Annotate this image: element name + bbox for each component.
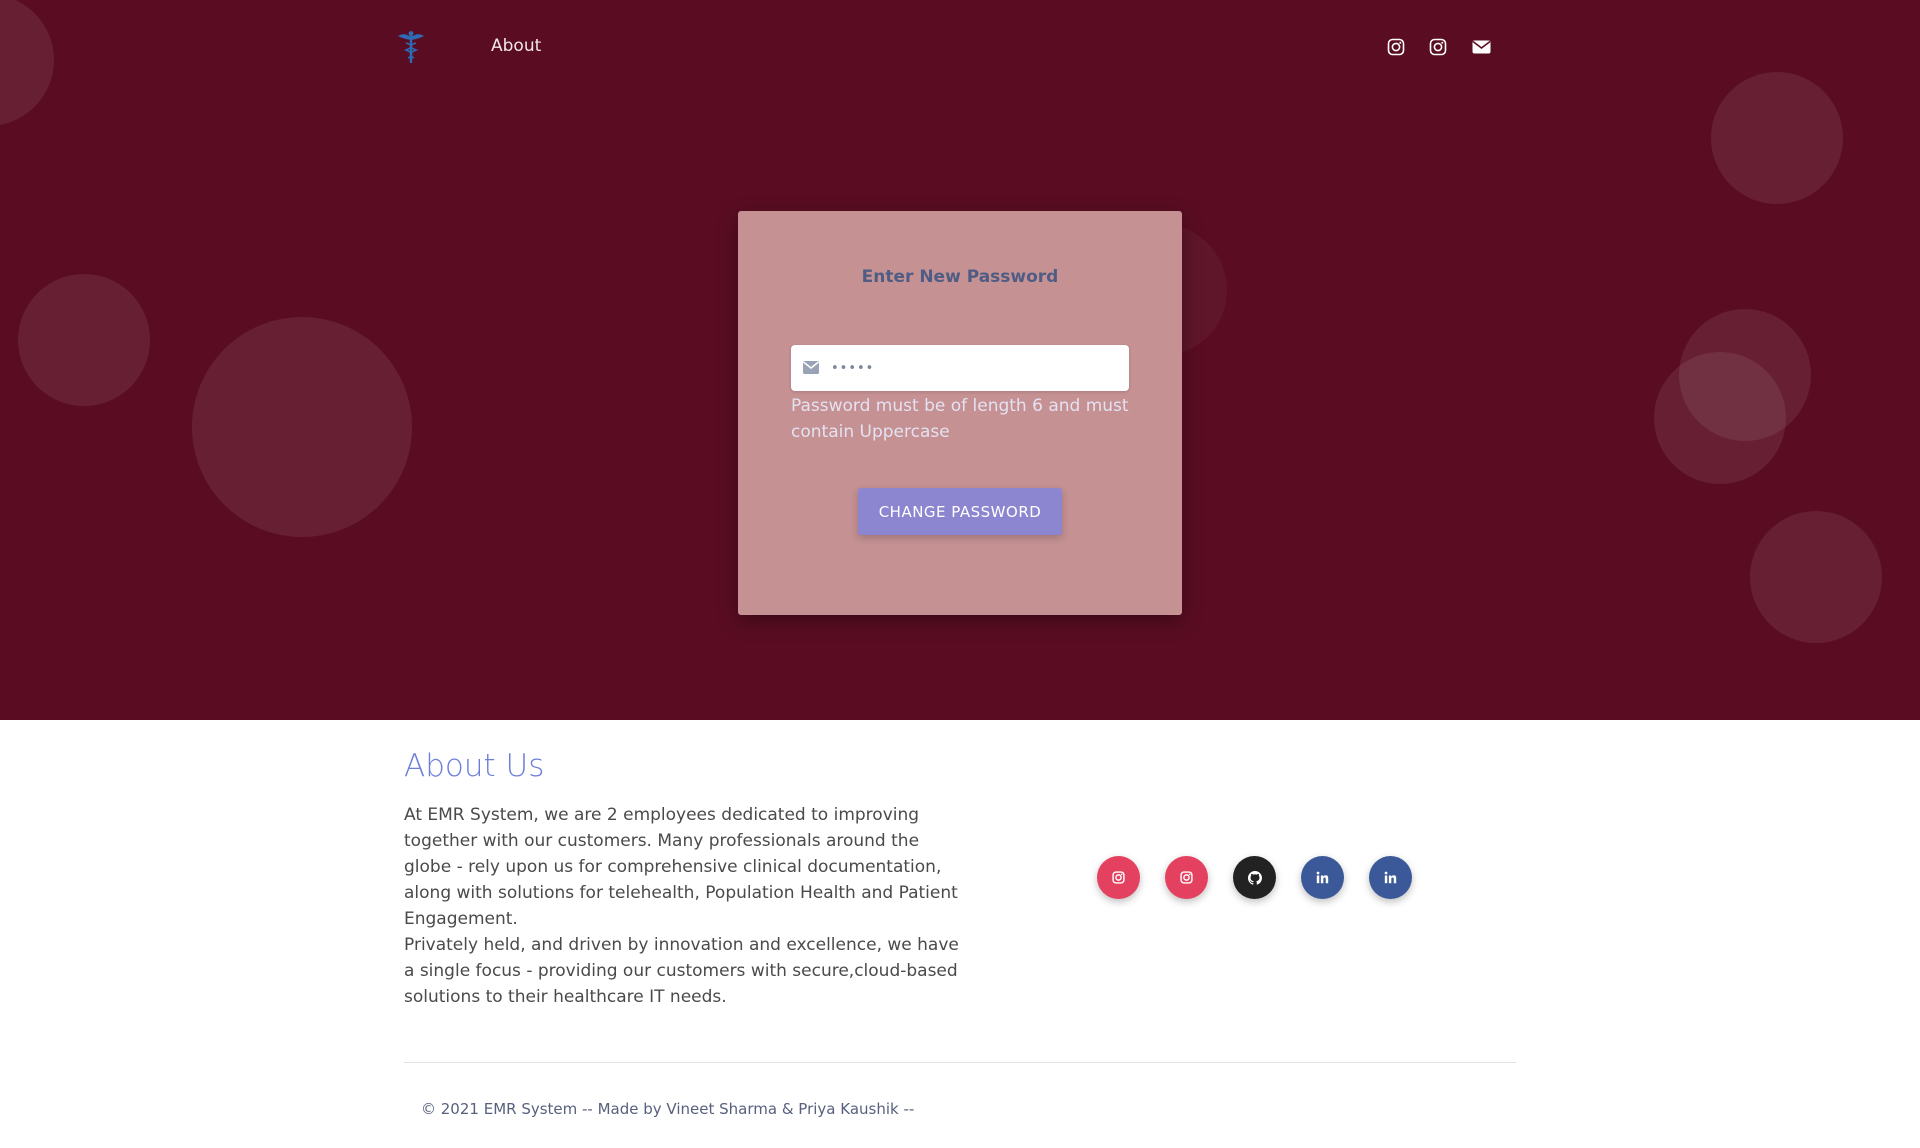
- linkedin-icon: [1316, 871, 1329, 884]
- instagram-icon: [1112, 871, 1125, 884]
- linkedin-button[interactable]: [1369, 856, 1412, 899]
- footer-divider: [404, 1062, 1516, 1063]
- decorative-bubble: [18, 274, 150, 406]
- instagram-icon: [1180, 871, 1193, 884]
- github-icon: [1247, 870, 1262, 885]
- decorative-bubble: [192, 317, 412, 537]
- instagram-button[interactable]: [1097, 856, 1140, 899]
- decorative-bubble: [1750, 511, 1882, 643]
- github-button[interactable]: [1233, 856, 1276, 899]
- linkedin-button[interactable]: [1301, 856, 1344, 899]
- envelope-icon[interactable]: [1472, 38, 1491, 56]
- new-password-input[interactable]: [831, 345, 1121, 391]
- reset-password-card: Enter New Password Password must be of l…: [738, 211, 1182, 615]
- about-paragraph-2: Privately held, and driven by innovation…: [404, 935, 959, 1007]
- top-navbar: About: [0, 0, 1920, 96]
- instagram-button[interactable]: [1165, 856, 1208, 899]
- card-title: Enter New Password: [861, 267, 1059, 287]
- hero-section: About Enter New Password Password must b…: [0, 0, 1920, 720]
- caduceus-icon[interactable]: [396, 30, 426, 64]
- footer-copyright: © 2021 EMR System -- Made by Vineet Shar…: [421, 1100, 915, 1118]
- decorative-bubble: [1654, 352, 1786, 484]
- change-password-button[interactable]: CHANGE PASSWORD: [858, 488, 1062, 535]
- linkedin-icon: [1384, 871, 1397, 884]
- instagram-icon[interactable]: [1387, 38, 1405, 56]
- envelope-icon: [803, 361, 819, 374]
- password-field-wrapper: [791, 345, 1129, 391]
- password-hint: Password must be of length 6 and must co…: [791, 396, 1129, 442]
- about-paragraph-1: At EMR System, we are 2 employees dedica…: [404, 805, 958, 929]
- nav-about-link[interactable]: About: [491, 36, 541, 56]
- about-title: About Us: [404, 748, 545, 784]
- instagram-icon[interactable]: [1429, 38, 1447, 56]
